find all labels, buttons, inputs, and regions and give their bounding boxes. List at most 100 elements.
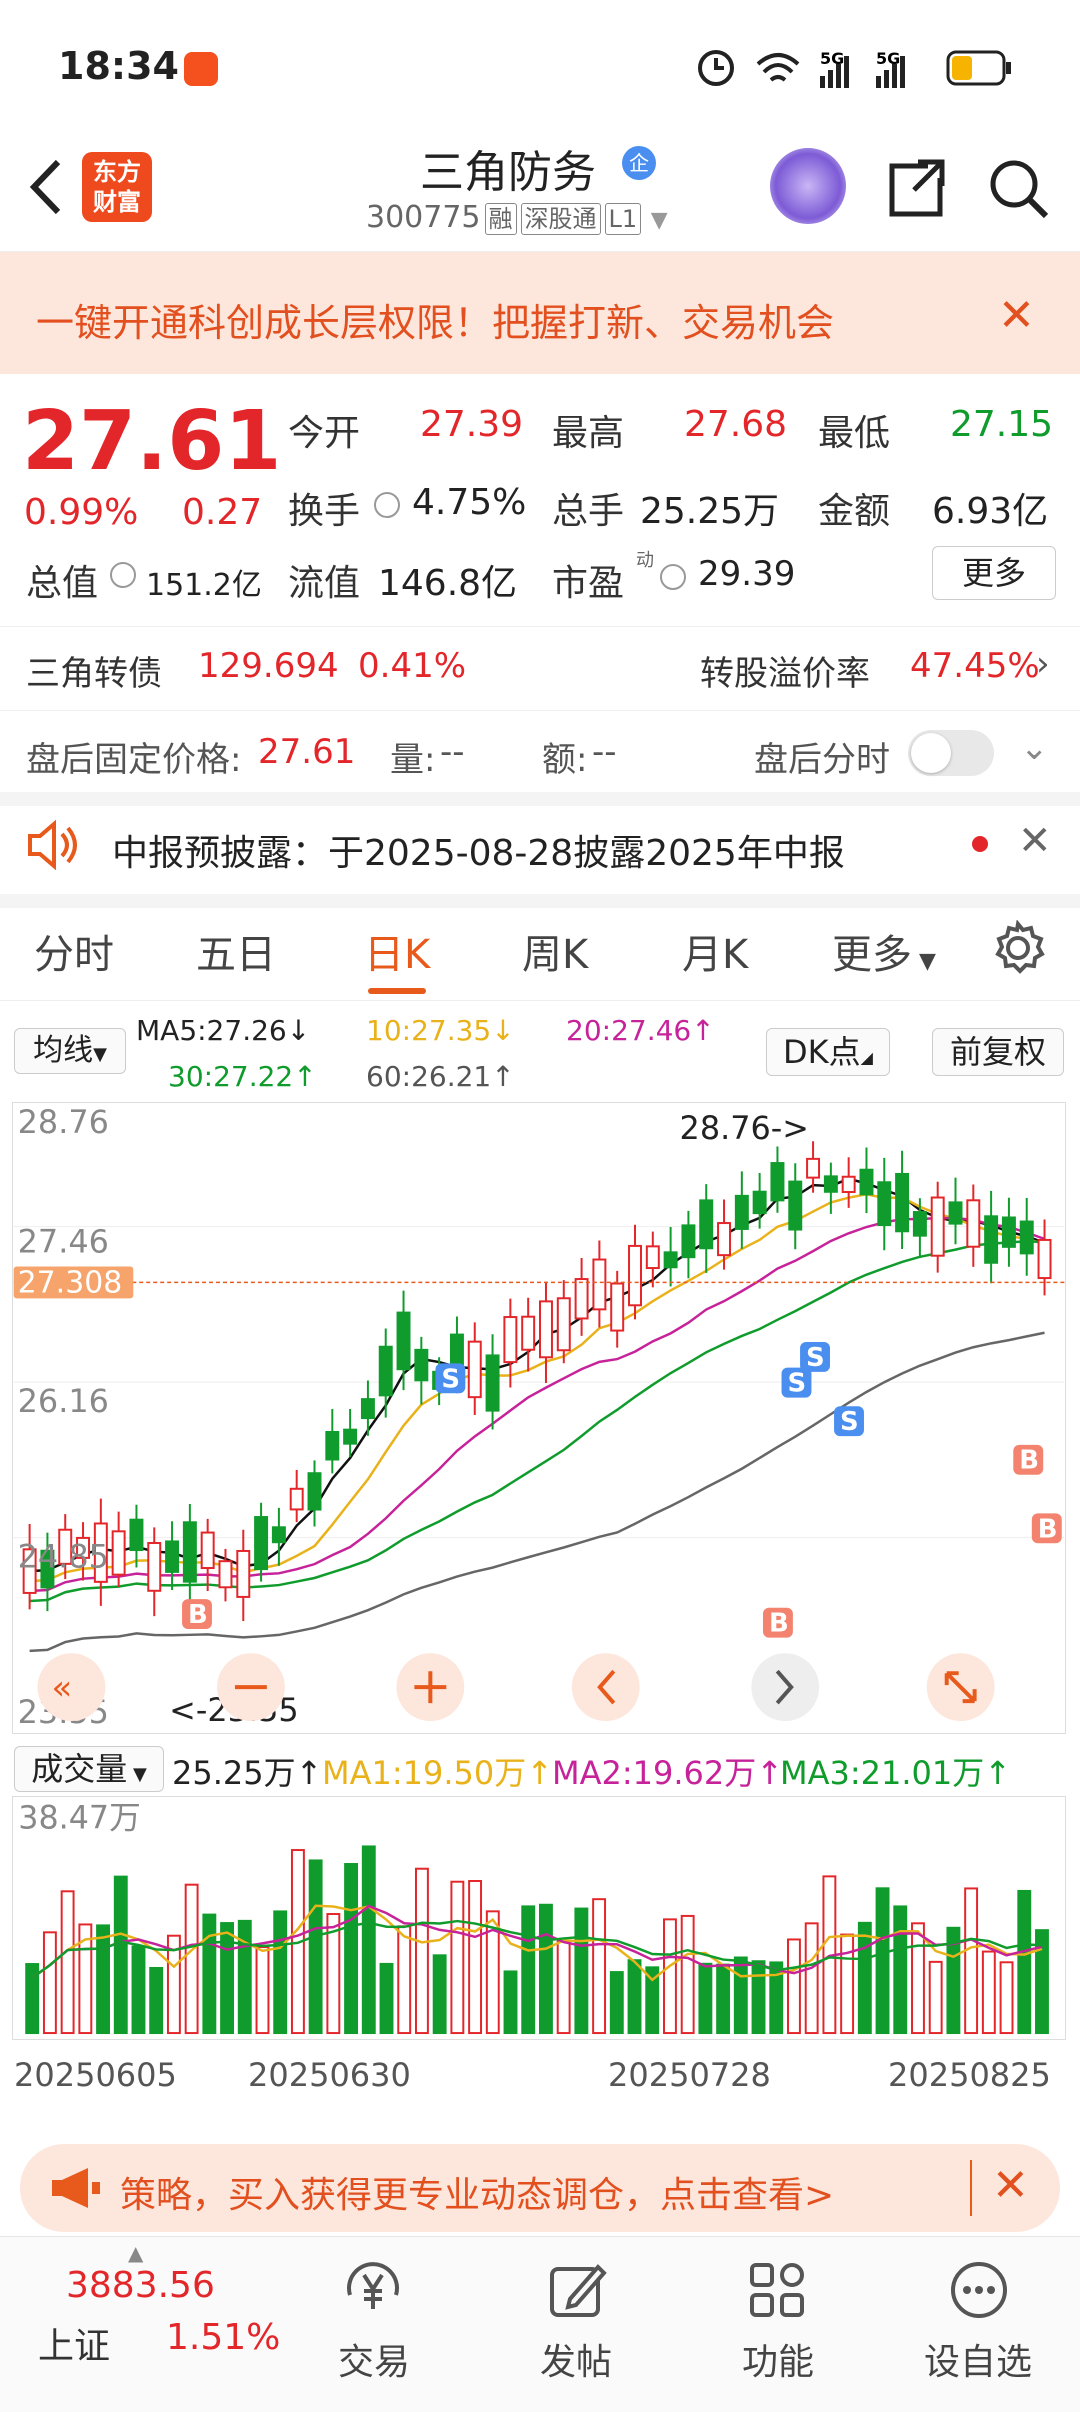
nav-function[interactable]: 功能 — [742, 2333, 814, 2385]
volume-bar — [379, 1962, 394, 2035]
prev-button[interactable] — [571, 1653, 640, 1722]
index-name[interactable]: 上证 — [38, 2317, 110, 2369]
share-icon[interactable] — [884, 156, 948, 220]
turnover-value: 4.75% — [412, 482, 527, 523]
volume-bar — [804, 1922, 819, 2035]
search-icon[interactable] — [986, 156, 1050, 220]
volume-selector[interactable]: 成交量 ▼ — [14, 1746, 164, 1792]
candle-body — [521, 1315, 536, 1351]
volume-bar — [609, 1971, 624, 2035]
volume-bar — [60, 1890, 75, 2035]
notice-text[interactable]: 中报预披露：于2025-08-28披露2025年中报 — [112, 824, 845, 876]
volume-bar — [414, 1867, 429, 2035]
volume-bar — [751, 1960, 766, 2035]
bond-name[interactable]: 三角转债 — [26, 646, 162, 695]
volume-chart[interactable]: 38.47万 — [12, 1796, 1066, 2040]
nav-add-watchlist[interactable]: 设自选 — [924, 2333, 1032, 2385]
x-axis-date: 20250728 — [608, 2056, 771, 2094]
nav-trade[interactable]: 交易 — [338, 2333, 410, 2385]
more-dots-icon[interactable] — [948, 2259, 1010, 2321]
ma-selector-label: 均线 — [33, 1033, 94, 1068]
tab-more-label: 更多 — [832, 932, 912, 978]
bond-price: 129.694 — [198, 646, 339, 686]
promo-banner[interactable]: 一键开通科创成长层权限！把握打新、交易机会 ✕ — [0, 252, 1080, 374]
caret-down-icon: ▼ — [93, 1044, 107, 1065]
tab-daily-k[interactable]: 日K — [364, 922, 430, 980]
candle-body — [414, 1348, 429, 1382]
volume-ma-line — [31, 1904, 1043, 1979]
volume-bar — [840, 1933, 855, 2035]
chevron-right-icon[interactable]: › — [1036, 644, 1050, 684]
afterhours-vol-label: 量: — [390, 740, 436, 780]
ma30-value: 30:27.22↑ — [168, 1060, 317, 1093]
ma-line — [29, 1216, 1045, 1593]
close-icon[interactable]: ✕ — [992, 2160, 1029, 2211]
chevron-down-icon[interactable]: ⌄ — [1020, 728, 1049, 768]
volume-bar — [539, 1903, 553, 2035]
sell-marker-label: S — [806, 1343, 825, 1373]
y-axis-label: 24.85 — [18, 1538, 109, 1576]
volume-bar — [503, 1970, 518, 2035]
ad-divider — [970, 2160, 972, 2216]
volume-bar — [556, 1939, 571, 2035]
tab-five-day[interactable]: 五日 — [196, 922, 276, 980]
megaphone-icon — [52, 2168, 100, 2208]
close-icon[interactable]: ✕ — [998, 290, 1035, 341]
back-arrow-icon[interactable] — [22, 152, 72, 222]
candle-body — [912, 1211, 927, 1237]
adjust-button[interactable]: 前复权 — [932, 1028, 1064, 1076]
tab-intraday[interactable]: 分时 — [34, 922, 114, 980]
sell-marker-label: S — [441, 1364, 460, 1394]
volume-bar — [113, 1875, 128, 2035]
settings-gear-icon[interactable] — [990, 920, 1046, 976]
next-button[interactable] — [751, 1653, 820, 1722]
candle-body — [485, 1354, 500, 1412]
assistant-avatar[interactable] — [770, 148, 846, 224]
bottom-bar: ▲ 3883.56 上证 1.51% 交易 发帖 功能 设自选 — [0, 2236, 1080, 2412]
afterhours-toggle[interactable] — [908, 730, 994, 776]
function-grid-icon[interactable] — [746, 2259, 808, 2321]
volume-bar — [468, 1879, 483, 2035]
buy-marker-label: B — [1019, 1446, 1039, 1476]
more-button[interactable]: 更多 — [932, 546, 1056, 600]
index-pct: 1.51% — [166, 2317, 281, 2358]
ma-selector[interactable]: 均线▼ — [14, 1028, 126, 1074]
candle-body — [717, 1222, 732, 1257]
dk-point-button[interactable]: DK点◢ — [766, 1028, 890, 1076]
trade-yen-icon[interactable] — [342, 2259, 404, 2321]
volume-bar — [698, 1962, 713, 2035]
ma-line — [29, 1177, 1045, 1573]
volume-ma3: MA3:21.01万↑ — [780, 1754, 1012, 1792]
tab-more[interactable]: 更多 ▼ — [832, 922, 936, 980]
high-marker: 28.76-> — [680, 1109, 809, 1147]
tab-monthly-k[interactable]: 月K — [682, 922, 748, 980]
tab-weekly-k[interactable]: 周K — [522, 922, 588, 980]
unread-dot — [972, 836, 988, 852]
status-time: 18:34 — [58, 44, 179, 88]
index-value[interactable]: 3883.56 — [66, 2265, 215, 2306]
volume-bar — [273, 1910, 288, 2035]
info-icon[interactable] — [374, 492, 400, 518]
y-axis-label: 26.16 — [18, 1382, 109, 1420]
x-axis-date: 20250630 — [248, 2056, 411, 2094]
pe-value: 29.39 — [698, 554, 796, 594]
afterhours-price: 27.61 — [258, 732, 356, 772]
close-icon[interactable]: ✕ — [1018, 818, 1052, 864]
candle-body — [307, 1472, 322, 1511]
strategy-ad[interactable]: 策略，买入获得更专业动态调仓，点击查看> ✕ — [20, 2144, 1060, 2232]
y-axis-label: 27.46 — [18, 1223, 109, 1261]
nav-post[interactable]: 发帖 — [540, 2333, 612, 2385]
ma10-value: 10:27.35↓ — [366, 1014, 515, 1047]
stock-code-line[interactable]: 300775 融深股通 L1 ▼ — [366, 200, 668, 235]
candle-body — [734, 1194, 749, 1230]
candle-body — [165, 1540, 180, 1573]
post-edit-icon[interactable] — [546, 2259, 608, 2321]
kline-chart[interactable]: 27.308 28.76 27.46 26.16 24.85 23.55 28.… — [12, 1102, 1066, 1734]
active-tab-indicator — [368, 988, 426, 994]
info-icon[interactable] — [660, 564, 686, 590]
info-icon[interactable] — [110, 562, 136, 588]
volume-value: 25.25万↑ — [172, 1754, 323, 1792]
low-label: 最低 — [818, 413, 891, 454]
float-label: 流值 — [288, 563, 361, 604]
open-value: 27.39 — [420, 404, 524, 445]
